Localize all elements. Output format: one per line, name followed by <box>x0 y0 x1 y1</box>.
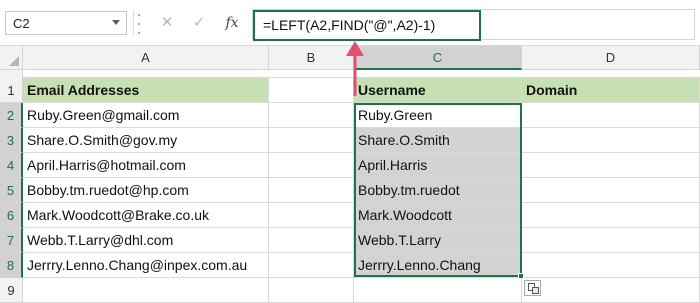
cell-b4[interactable] <box>269 153 354 178</box>
row-header-6[interactable]: 6 <box>0 203 23 228</box>
cancel-icon[interactable]: ✕ <box>156 12 178 34</box>
cell-c8[interactable]: Jerrry.Lenno.Chang <box>354 253 522 278</box>
row-header-1[interactable]: 1 <box>0 78 23 103</box>
cell-d6[interactable] <box>522 203 700 228</box>
formula-text: =LEFT(A2,FIND("@",A2)-1) <box>253 10 481 41</box>
formula-bar-divider <box>133 10 134 36</box>
cell-b6[interactable] <box>269 203 354 228</box>
cell-b8[interactable] <box>269 253 354 278</box>
cell-b9[interactable] <box>269 278 354 303</box>
cell-d7[interactable] <box>522 228 700 253</box>
cell-d9[interactable] <box>522 278 700 303</box>
paste-options-icon[interactable] <box>524 280 541 296</box>
cell-a8[interactable]: Jerrry.Lenno.Chang@inpex.com.au <box>23 253 269 278</box>
cell-c5[interactable]: Bobby.tm.ruedot <box>354 178 522 203</box>
cell-d3[interactable] <box>522 128 700 153</box>
row-header-3[interactable]: 3 <box>0 128 23 153</box>
column-header-c[interactable]: C <box>354 46 522 70</box>
arrow-up-icon <box>346 41 364 96</box>
cell-d4[interactable] <box>522 153 700 178</box>
cell-c2[interactable]: Ruby.Green <box>354 103 522 128</box>
formula-input-field[interactable]: =LEFT(A2,FIND("@",A2)-1) <box>252 9 695 41</box>
paste-options-glyph-front <box>532 287 539 294</box>
cell-a9[interactable] <box>23 278 269 303</box>
insert-function-icon[interactable]: fx <box>221 12 243 34</box>
row-header-2[interactable]: 2 <box>0 103 23 128</box>
fill-handle[interactable] <box>518 273 524 279</box>
cell-d1[interactable]: Domain <box>522 78 700 103</box>
row-header-5[interactable]: 5 <box>0 178 23 203</box>
column-header-d[interactable]: D <box>522 46 700 70</box>
row-header-gap <box>0 70 23 78</box>
cell-a7[interactable]: Webb.T.Larry@dhl.com <box>23 228 269 253</box>
cell-d5[interactable] <box>522 178 700 203</box>
cell-c4[interactable]: April.Harris <box>354 153 522 178</box>
cell-d2[interactable] <box>522 103 700 128</box>
cell-d8[interactable] <box>522 253 700 278</box>
cell-a1[interactable]: Email Addresses <box>23 78 269 103</box>
cell-a4[interactable]: April.Harris@hotmail.com <box>23 153 269 178</box>
enter-icon[interactable]: ✓ <box>188 12 210 34</box>
row-header-8[interactable]: 8 <box>0 253 23 278</box>
cell-c1[interactable]: Username <box>354 78 522 103</box>
cell-a5[interactable]: Bobby.tm.ruedot@hp.com <box>23 178 269 203</box>
cell-b7[interactable] <box>269 228 354 253</box>
cell-a2[interactable]: Ruby.Green@gmail.com <box>23 103 269 128</box>
row-header-7[interactable]: 7 <box>0 228 23 253</box>
cell-a6[interactable]: Mark.Woodcott@Brake.co.uk <box>23 203 269 228</box>
name-box-value: C2 <box>13 16 30 31</box>
cell-b5[interactable] <box>269 178 354 203</box>
cell-a3[interactable]: Share.O.Smith@gov.my <box>23 128 269 153</box>
drag-handle-icon[interactable] <box>137 14 141 34</box>
select-all-button[interactable] <box>0 46 23 70</box>
name-box[interactable]: C2 <box>5 11 127 35</box>
column-header-a[interactable]: A <box>23 46 269 70</box>
select-all-icon <box>9 56 19 66</box>
cell-c3[interactable]: Share.O.Smith <box>354 128 522 153</box>
row-header-4[interactable]: 4 <box>0 153 23 178</box>
cell-c9[interactable] <box>354 278 522 303</box>
cell-b3[interactable] <box>269 128 354 153</box>
row-header-9[interactable]: 9 <box>0 278 23 303</box>
cell-c6[interactable]: Mark.Woodcott <box>354 203 522 228</box>
cell-b2[interactable] <box>269 103 354 128</box>
cell-c7[interactable]: Webb.T.Larry <box>354 228 522 253</box>
chevron-down-icon[interactable] <box>112 20 120 25</box>
